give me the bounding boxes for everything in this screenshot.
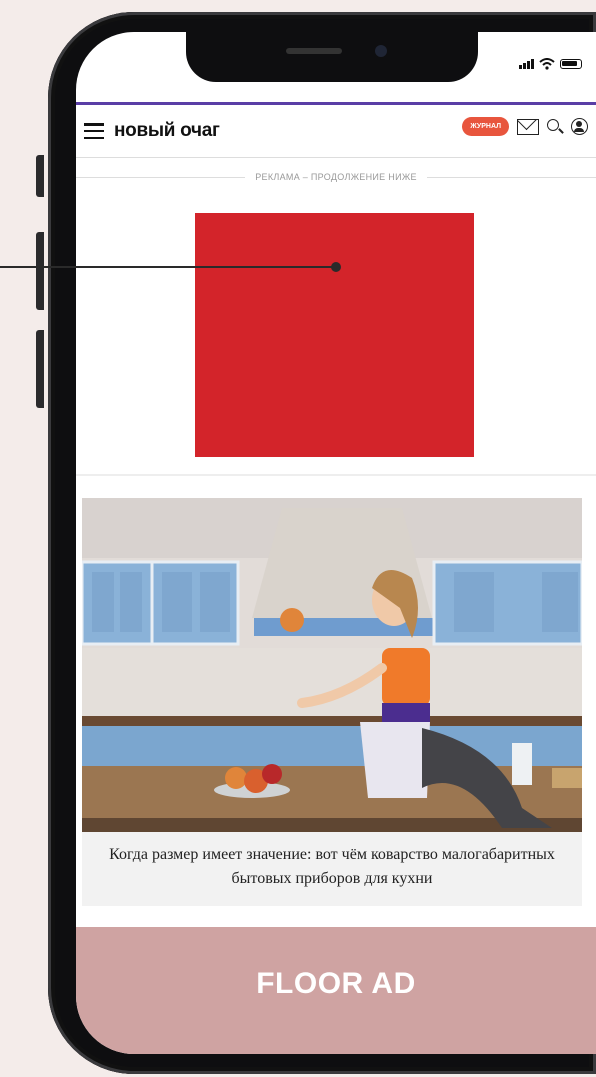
callout-line [0,266,336,268]
header-actions: ЖУРНАЛ [462,117,588,136]
phone-notch [186,32,478,82]
user-icon[interactable] [571,118,588,135]
battery-icon [560,59,582,69]
signal-icon [519,59,534,69]
ad-banner[interactable] [195,213,474,457]
camera-icon [375,45,387,57]
ad-label-row: РЕКЛАМА – ПРОДОЛЖЕНИЕ НИЖЕ [76,172,596,182]
article-title[interactable]: Когда размер имеет значение: вот чём ков… [82,843,582,891]
menu-icon[interactable] [84,123,104,139]
site-header: новый очаг ЖУРНАЛ [76,102,596,158]
phone-screen: новый очаг ЖУРНАЛ РЕКЛАМА – ПРОДОЛЖЕНИЕ … [76,32,596,1054]
divider [76,474,596,476]
speaker-grille [286,48,342,54]
phone-volume-down-button [36,330,44,408]
site-logo[interactable]: новый очаг [114,120,220,142]
phone-volume-up-button [36,232,44,310]
wifi-icon [539,58,555,70]
callout-dot [331,262,341,272]
floor-ad-label: FLOOR AD [256,967,416,1000]
ad-label: РЕКЛАМА – ПРОДОЛЖЕНИЕ НИЖЕ [255,172,417,182]
magazine-button[interactable]: ЖУРНАЛ [462,117,509,136]
phone-mute-switch [36,155,44,197]
article-image[interactable] [82,498,582,832]
status-bar [519,58,582,70]
divider [426,176,596,178]
divider [76,176,246,178]
search-icon[interactable] [547,118,563,135]
floor-ad[interactable]: FLOOR AD [76,927,596,1054]
mail-icon[interactable] [517,118,539,135]
article-card[interactable]: Когда размер имеет значение: вот чём ков… [82,498,582,906]
